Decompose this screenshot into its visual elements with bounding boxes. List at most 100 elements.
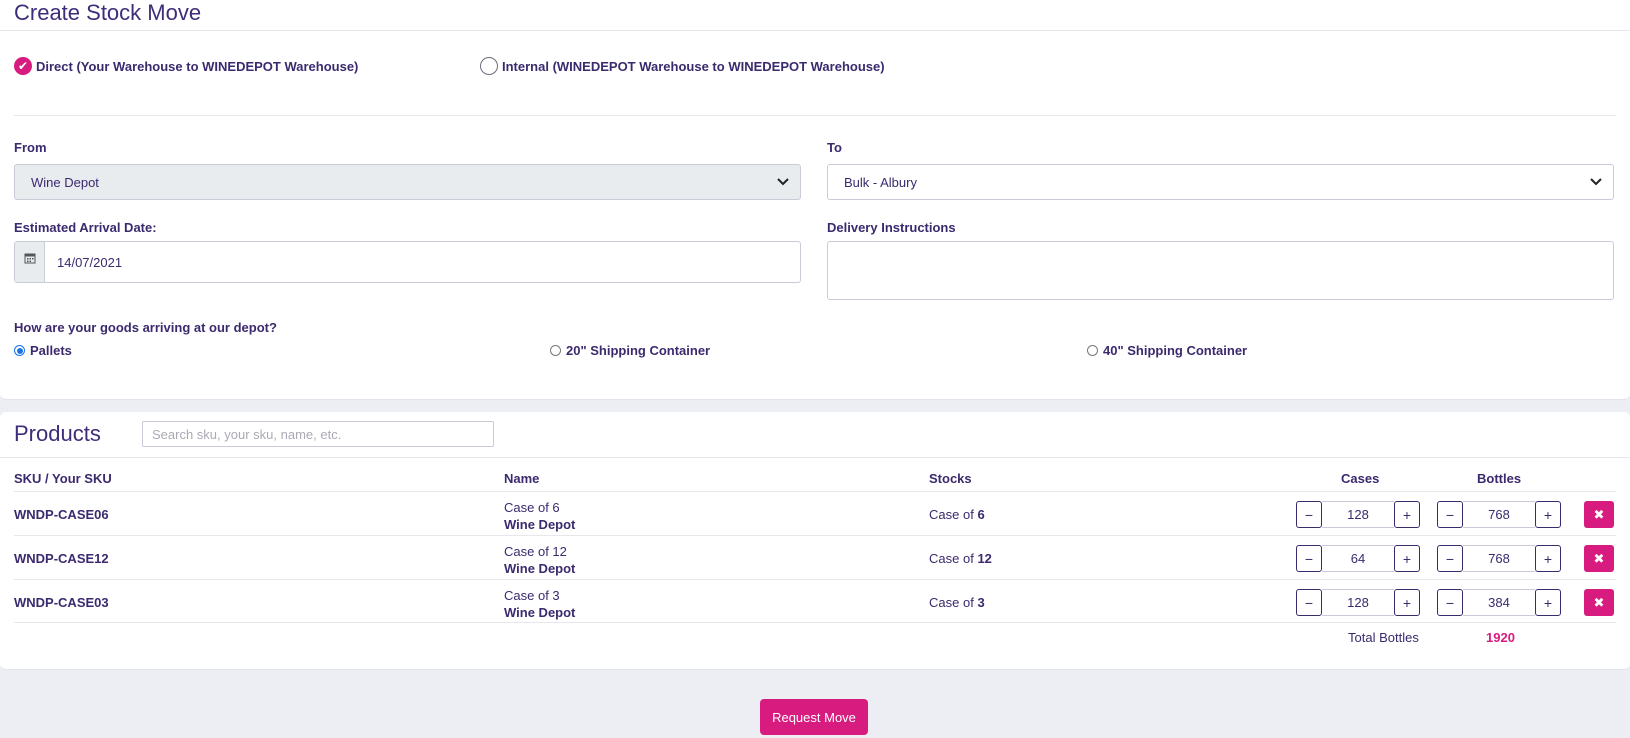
- row-stock-prefix: Case of: [929, 551, 974, 566]
- header-name: Name: [504, 471, 540, 486]
- chevron-down-icon: [1590, 178, 1602, 186]
- row-product-name: Case of 3: [504, 588, 560, 603]
- arrival-date-input[interactable]: 14/07/2021: [45, 242, 800, 282]
- total-bottles-label: Total Bottles: [1348, 630, 1419, 645]
- close-icon: ✖: [1593, 594, 1605, 610]
- header-stocks: Stocks: [929, 471, 972, 486]
- arriving-option-label: 40" Shipping Container: [1103, 343, 1248, 358]
- divider: [14, 579, 1616, 580]
- header-bottles: Bottles: [1477, 471, 1522, 486]
- divider: [14, 535, 1616, 536]
- cases-stepper[interactable]: − 128 +: [1296, 501, 1420, 528]
- to-label: To: [827, 140, 842, 155]
- decrement-button[interactable]: −: [1437, 589, 1463, 616]
- arriving-option-pallets[interactable]: Pallets: [14, 343, 72, 358]
- row-name: Case of 12 Wine Depot: [504, 543, 575, 577]
- total-bottles-value: 1920: [1486, 630, 1515, 645]
- cases-input[interactable]: 128: [1322, 501, 1394, 528]
- page-title: Create Stock Move: [14, 0, 202, 25]
- row-product-name: Case of 12: [504, 544, 567, 559]
- to-select[interactable]: Bulk - Albury: [827, 164, 1614, 200]
- stock-move-form-card: Create Stock Move ✔ Direct (Your Warehou…: [0, 0, 1630, 400]
- radio-empty-icon: [480, 57, 498, 75]
- row-stock-prefix: Case of: [929, 595, 974, 610]
- arriving-option-40-container[interactable]: 40" Shipping Container: [1087, 343, 1247, 358]
- cases-stepper[interactable]: − 128 +: [1296, 589, 1420, 616]
- arriving-option-label: 20" Shipping Container: [566, 343, 711, 358]
- decrement-button[interactable]: −: [1296, 589, 1322, 616]
- arrival-date-label: Estimated Arrival Date:: [14, 220, 157, 235]
- arriving-question: How are your goods arriving at our depot…: [14, 320, 277, 335]
- chevron-down-icon: [777, 178, 789, 186]
- row-name: Case of 3 Wine Depot: [504, 587, 575, 621]
- decrement-button[interactable]: −: [1296, 501, 1322, 528]
- row-stock-qty: 3: [977, 595, 985, 610]
- row-product-name: Case of 6: [504, 500, 560, 515]
- to-select-value: Bulk - Albury: [844, 174, 917, 190]
- calendar-icon[interactable]: [15, 242, 45, 282]
- check-icon: ✔: [14, 57, 32, 75]
- row-stock-prefix: Case of: [929, 507, 974, 522]
- remove-row-button[interactable]: ✖: [1584, 501, 1614, 528]
- row-stock: Case of 3: [929, 595, 985, 610]
- cases-stepper[interactable]: − 64 +: [1296, 545, 1420, 572]
- increment-button[interactable]: +: [1394, 545, 1420, 572]
- decrement-button[interactable]: −: [1296, 545, 1322, 572]
- row-sku: WNDP-CASE06: [14, 507, 109, 522]
- row-sku: WNDP-CASE03: [14, 595, 109, 610]
- increment-button[interactable]: +: [1535, 545, 1561, 572]
- row-product-brand: Wine Depot: [504, 561, 576, 576]
- row-sku: WNDP-CASE12: [14, 551, 109, 566]
- bottles-input[interactable]: 768: [1463, 501, 1535, 528]
- increment-button[interactable]: +: [1535, 501, 1561, 528]
- delivery-instructions-textarea[interactable]: [827, 241, 1614, 300]
- products-title: Products: [14, 421, 101, 446]
- row-product-brand: Wine Depot: [504, 605, 576, 620]
- row-product-brand: Wine Depot: [504, 517, 576, 532]
- from-select[interactable]: Wine Depot: [14, 164, 801, 200]
- arriving-option-20-container[interactable]: 20" Shipping Container: [550, 343, 710, 358]
- close-icon: ✖: [1593, 550, 1605, 566]
- bottles-input[interactable]: 768: [1463, 545, 1535, 572]
- product-search-input[interactable]: [142, 421, 494, 447]
- radio-empty-icon: [1087, 345, 1098, 356]
- arrival-date-field[interactable]: 14/07/2021: [14, 241, 801, 283]
- cases-input[interactable]: 128: [1322, 589, 1394, 616]
- row-stock: Case of 6: [929, 507, 985, 522]
- row-stock-qty: 12: [977, 551, 992, 566]
- internal-move-label: Internal (WINEDEPOT Warehouse to WINEDEP…: [502, 58, 885, 74]
- direct-move-radio[interactable]: ✔ Direct (Your Warehouse to WINEDEPOT Wa…: [14, 57, 358, 75]
- header-sku: SKU / Your SKU: [14, 471, 112, 486]
- row-name: Case of 6 Wine Depot: [504, 499, 575, 533]
- row-stock: Case of 12: [929, 551, 992, 566]
- row-stock-qty: 6: [977, 507, 985, 522]
- divider: [0, 30, 1630, 31]
- divider: [14, 491, 1616, 492]
- remove-row-button[interactable]: ✖: [1584, 589, 1614, 616]
- remove-row-button[interactable]: ✖: [1584, 545, 1614, 572]
- bottles-stepper[interactable]: − 768 +: [1437, 545, 1561, 572]
- from-label: From: [14, 140, 47, 155]
- divider: [0, 457, 1630, 458]
- header-cases: Cases: [1341, 471, 1380, 486]
- close-icon: ✖: [1593, 506, 1605, 522]
- divider: [14, 622, 1616, 623]
- decrement-button[interactable]: −: [1437, 545, 1463, 572]
- cases-input[interactable]: 64: [1322, 545, 1394, 572]
- increment-button[interactable]: +: [1535, 589, 1561, 616]
- increment-button[interactable]: +: [1394, 501, 1420, 528]
- request-move-button[interactable]: Request Move: [760, 699, 868, 735]
- bottles-stepper[interactable]: − 768 +: [1437, 501, 1561, 528]
- radio-selected-icon: [14, 345, 25, 356]
- increment-button[interactable]: +: [1394, 589, 1420, 616]
- decrement-button[interactable]: −: [1437, 501, 1463, 528]
- internal-move-radio[interactable]: Internal (WINEDEPOT Warehouse to WINEDEP…: [480, 57, 885, 75]
- bottles-input[interactable]: 384: [1463, 589, 1535, 616]
- divider: [14, 115, 1616, 116]
- products-card: Products SKU / Your SKU Name Stocks Case…: [0, 412, 1630, 670]
- arriving-option-label: Pallets: [30, 343, 72, 358]
- radio-empty-icon: [550, 345, 561, 356]
- direct-move-label: Direct (Your Warehouse to WINEDEPOT Ware…: [36, 58, 359, 74]
- from-select-value: Wine Depot: [31, 174, 99, 190]
- bottles-stepper[interactable]: − 384 +: [1437, 589, 1561, 616]
